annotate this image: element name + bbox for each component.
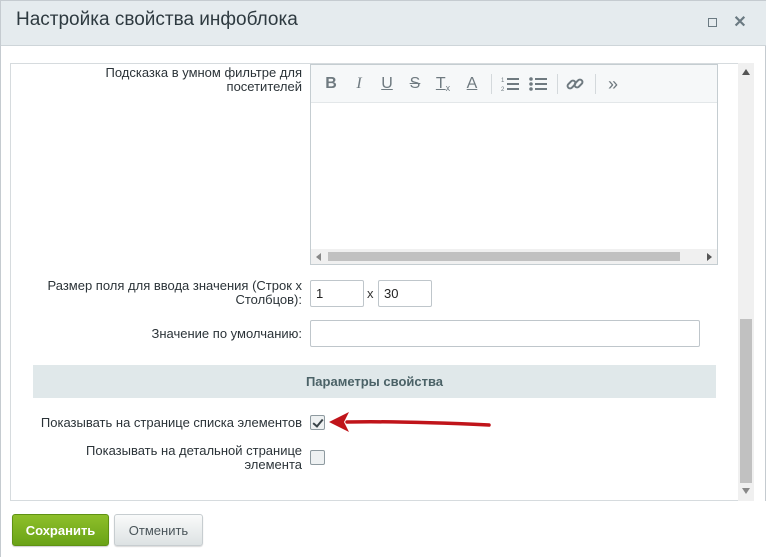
editor-toolbar: B I U S Tx A 12 » [311,65,717,103]
content-scroll-thumb[interactable] [740,319,752,483]
default-value-input[interactable] [310,320,700,347]
strikethrough-icon[interactable]: S [404,73,426,95]
underline-icon[interactable]: U [376,73,398,95]
scroll-right-icon[interactable] [707,253,712,261]
size-label-line1: Размер поля для ввода значения (Строк х [47,278,302,293]
editor-horizontal-scrollbar[interactable] [311,249,717,264]
show-in-list-checkbox[interactable] [310,415,325,430]
rows-input[interactable] [310,280,364,307]
section-title: Параметры свойства [305,374,444,389]
hint-label-line2: посетителей [226,79,302,94]
svg-text:2: 2 [501,87,505,92]
toolbar-separator [595,74,596,94]
cols-input[interactable] [378,280,432,307]
show-in-detail-line1: Показывать на детальной странице [86,443,302,458]
cancel-button[interactable]: Отменить [114,514,203,546]
show-in-list-label: Показывать на странице списка элементов [40,415,302,430]
svg-text:1: 1 [501,78,505,84]
ordered-list-icon[interactable]: 12 [499,73,521,95]
maximize-icon[interactable] [703,13,721,31]
show-in-detail-label: Показывать на детальной странице элемент… [61,444,302,472]
show-in-detail-checkbox[interactable] [310,450,325,465]
italic-icon[interactable]: I [348,73,370,95]
toolbar-separator [491,74,492,94]
hint-label-line1: Подсказка в умном фильтре для [105,65,302,80]
remove-format-icon[interactable]: Tx [432,73,454,95]
scroll-up-icon[interactable] [742,69,750,75]
content-vertical-scrollbar[interactable] [738,63,754,501]
close-icon[interactable]: ✕ [731,13,749,31]
more-icon[interactable]: » [602,73,624,95]
link-icon[interactable] [564,73,586,95]
save-button[interactable]: Сохранить [12,514,109,546]
show-in-detail-line2: элемента [244,457,302,472]
hint-label: Подсказка в умном фильтре для посетителе… [61,66,302,94]
editor-text-area[interactable] [311,103,717,249]
scroll-left-icon[interactable] [316,253,321,261]
font-color-icon[interactable]: A [461,73,483,95]
annotation-arrow [329,412,491,432]
size-label: Размер поля для ввода значения (Строк х … [31,279,302,307]
toolbar-separator [557,74,558,94]
property-settings-dialog: Настройка свойства инфоблока ✕ Подсказка… [0,0,766,558]
section-header: Параметры свойства [33,365,716,398]
unordered-list-icon[interactable] [527,73,549,95]
dialog-titlebar[interactable]: Настройка свойства инфоблока ✕ [1,1,766,46]
scroll-down-icon[interactable] [742,488,750,494]
editor-scroll-thumb[interactable] [328,252,680,261]
dialog-title: Настройка свойства инфоблока [16,9,298,30]
bold-icon[interactable]: B [320,73,342,95]
default-value-label: Значение по умолчанию: [151,326,302,341]
size-label-line2: Столбцов): [235,292,302,307]
hint-editor[interactable]: B I U S Tx A 12 » [310,64,718,265]
size-separator: x [367,286,374,301]
